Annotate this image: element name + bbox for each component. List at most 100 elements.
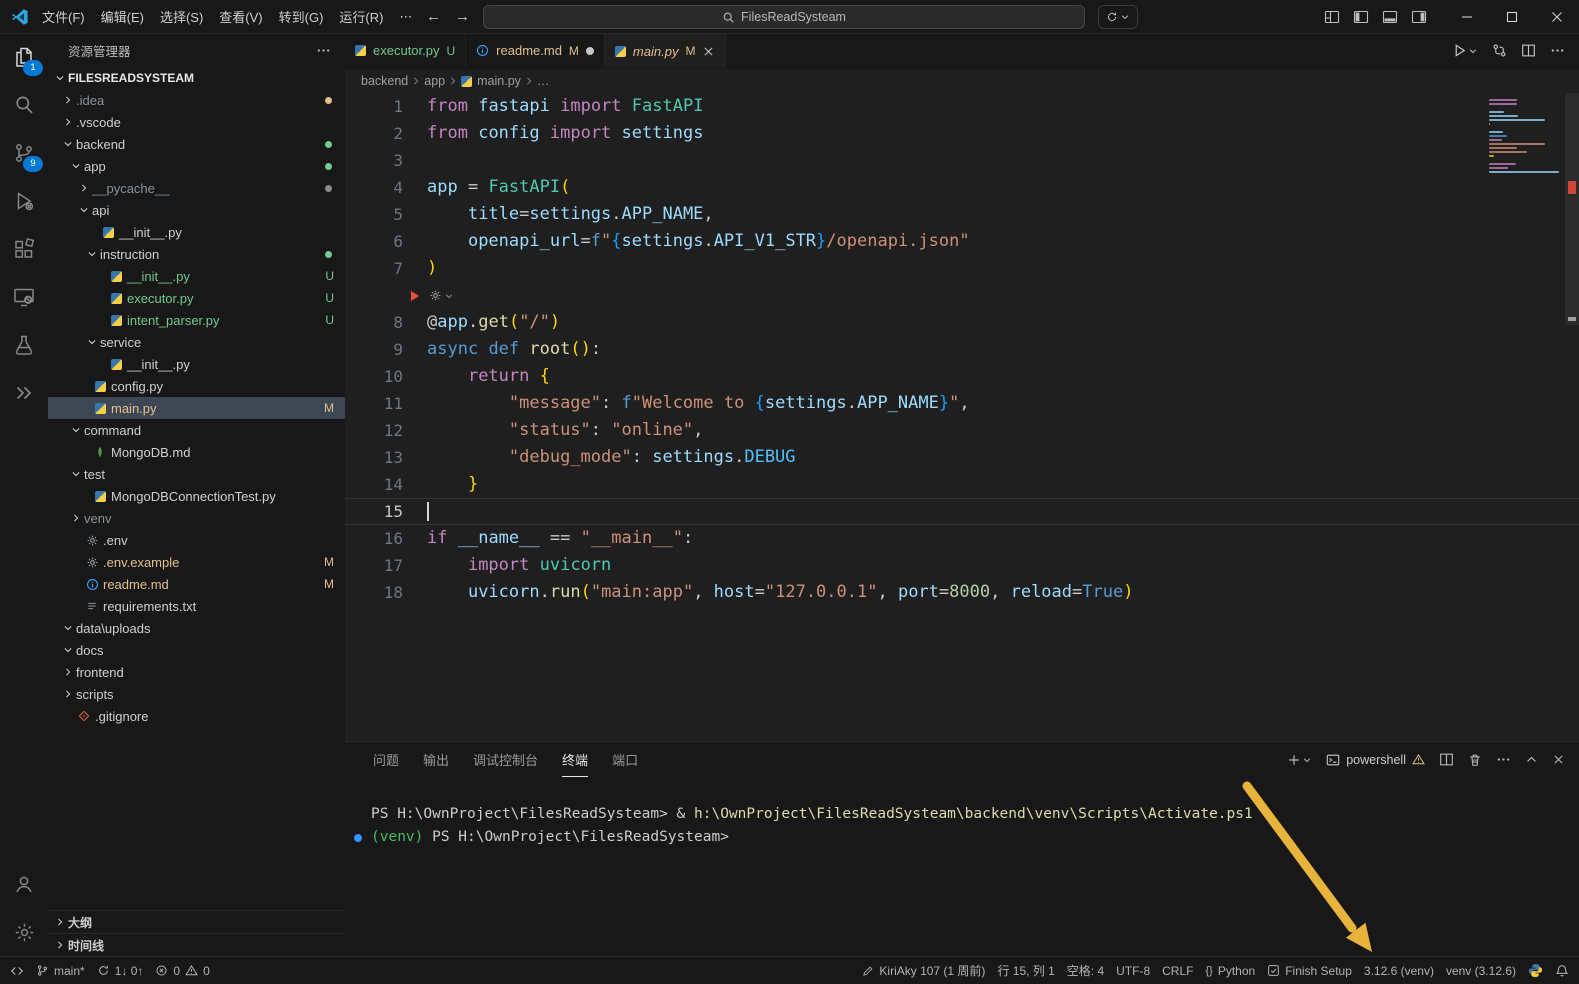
code-line-7[interactable]: 7) [345,255,1579,282]
sidebar-section-时间线[interactable]: 时间线 [48,933,345,956]
activity-extensions[interactable] [0,225,48,273]
status-cursor-position[interactable]: 行 15, 列 1 [991,960,1060,982]
code-line-12[interactable]: 12 "status": "online", [345,417,1579,444]
tree-file-.env[interactable]: .env [48,529,345,551]
tree-folder-data-uploads[interactable]: data\uploads [48,617,345,639]
code-line-4[interactable]: 4app = FastAPI( [345,174,1579,201]
tree-file-MongoDB.md[interactable]: MongoDB.md [48,441,345,463]
tree-file-.env.example[interactable]: .env.exampleM [48,551,345,573]
inline-settings-widget[interactable] [429,289,454,302]
activity-source-control[interactable]: 9 [0,129,48,177]
code-line-14[interactable]: 14 } [345,471,1579,498]
breadcrumb-item-…[interactable]: … [537,74,550,88]
breadcrumb-item-main.py[interactable]: main.py [461,74,521,88]
split-editor-icon[interactable] [1521,43,1536,58]
history-back-button[interactable]: ← [426,8,441,25]
editor-tab-main.py[interactable]: main.pyM [605,33,727,68]
maximize-button[interactable] [1489,0,1534,33]
panel-tab-端口[interactable]: 端口 [612,742,638,777]
editor-tab-readme.md[interactable]: readme.mdM [466,33,605,68]
tree-folder-app[interactable]: app [48,155,345,177]
code-line-16[interactable]: 16if __name__ == "__main__": [345,525,1579,552]
tree-folder-scripts[interactable]: scripts [48,683,345,705]
tree-folder-command[interactable]: command [48,419,345,441]
command-decoration-icon[interactable] [354,834,362,842]
close-panel-icon[interactable] [1552,753,1565,766]
tree-folder-backend[interactable]: backend [48,133,345,155]
code-line-5[interactable]: 5 title=settings.APP_NAME, [345,201,1579,228]
terminal-output[interactable]: PS H:\OwnProject\FilesReadSysteam> & h:\… [345,777,1579,849]
activity-testing[interactable] [0,321,48,369]
status-git-sync[interactable]: 1↓ 0↑ [91,960,150,982]
tree-folder-frontend[interactable]: frontend [48,661,345,683]
menu-view[interactable]: 查看(V) [211,5,270,29]
menu-run[interactable]: 运行(R) [331,5,391,29]
status-python-env[interactable]: venv (3.12.6) [1440,960,1522,982]
code-line-8[interactable]: 8@app.get("/") [345,309,1579,336]
sidebar-section-大纲[interactable]: 大纲 [48,910,345,933]
open-changes-icon[interactable] [1492,43,1507,58]
tree-file-requirements.txt[interactable]: requirements.txt [48,595,345,617]
menu-overflow[interactable]: ⋯ [391,5,420,29]
tree-file-MongoDBConnectionTest.py[interactable]: MongoDBConnectionTest.py [48,485,345,507]
more-actions-icon[interactable] [1550,43,1565,58]
new-terminal-button[interactable] [1287,753,1312,767]
status-problems[interactable]: 00 [149,960,215,982]
tree-folder-.vscode[interactable]: .vscode [48,111,345,133]
tree-file-.gitignore[interactable]: .gitignore [48,705,345,727]
panel-tab-输出[interactable]: 输出 [423,742,449,777]
activity-run-and-debug[interactable] [0,177,48,225]
tree-folder-test[interactable]: test [48,463,345,485]
history-forward-button[interactable]: → [455,8,470,25]
code-line-10[interactable]: 10 return { [345,363,1579,390]
status-python-interpreter[interactable]: 3.12.6 (venv) [1358,960,1440,982]
code-line-13[interactable]: 13 "debug_mode": settings.DEBUG [345,444,1579,471]
code-editor[interactable]: 1from fastapi import FastAPI2from config… [345,93,1579,741]
menu-file[interactable]: 文件(F) [34,5,93,29]
close-button[interactable] [1534,0,1579,33]
toggle-secondary-sidebar-icon[interactable] [1411,9,1427,25]
toggle-primary-sidebar-icon[interactable] [1353,9,1369,25]
status-python-logo[interactable] [1522,960,1549,982]
editor-tab-executor.py[interactable]: executor.pyU [345,33,466,68]
code-line-3[interactable]: 3 [345,147,1579,174]
code-line-17[interactable]: 17 import uvicorn [345,552,1579,579]
menu-edit[interactable]: 编辑(E) [93,5,152,29]
tree-file-__init__.py[interactable]: __init__.py [48,221,345,243]
kill-terminal-icon[interactable] [1468,753,1482,767]
code-line-9[interactable]: 9async def root(): [345,336,1579,363]
maximize-panel-icon[interactable] [1525,753,1538,766]
activity-accounts[interactable] [0,860,48,908]
tree-folder-instruction[interactable]: instruction [48,243,345,265]
split-terminal-icon[interactable] [1439,752,1454,767]
explorer-more-actions-icon[interactable] [316,43,331,58]
status-remote[interactable] [4,960,30,982]
code-line-2[interactable]: 2from config import settings [345,120,1579,147]
activity-remote-explorer[interactable] [0,273,48,321]
tree-folder-.idea[interactable]: .idea [48,89,345,111]
status-eol[interactable]: CRLF [1156,960,1199,982]
tree-file-config.py[interactable]: config.py [48,375,345,397]
code-line-18[interactable]: 18 uvicorn.run("main:app", host="127.0.0… [345,579,1579,606]
customize-layout-icon[interactable] [1324,9,1340,25]
status-indentation[interactable]: 空格: 4 [1061,960,1110,982]
tree-file-__init__.py[interactable]: __init__.py [48,353,345,375]
tree-file-__init__.py[interactable]: __init__.pyU [48,265,345,287]
activity-explorer[interactable]: 1 [0,33,48,81]
panel-tab-终端[interactable]: 终端 [562,742,588,777]
panel-tab-问题[interactable]: 问题 [373,742,399,777]
tree-file-executor.py[interactable]: executor.pyU [48,287,345,309]
code-line-6[interactable]: 6 openapi_url=f"{settings.API_V1_STR}/op… [345,228,1579,255]
tree-folder-api[interactable]: api [48,199,345,221]
tree-folder-service[interactable]: service [48,331,345,353]
code-line-15[interactable]: 15 [345,498,1579,525]
tree-folder-docs[interactable]: docs [48,639,345,661]
panel-tab-调试控制台[interactable]: 调试控制台 [473,742,538,777]
tree-folder-__pycache__[interactable]: __pycache__ [48,177,345,199]
close-tab-icon[interactable] [702,45,715,58]
menu-selection[interactable]: 选择(S) [152,5,211,29]
status-blame[interactable]: KiriAky 107 (1 周前) [856,960,991,982]
status-notifications[interactable] [1549,960,1575,982]
breadcrumb-item-app[interactable]: app [424,74,445,88]
toggle-panel-icon[interactable] [1382,9,1398,25]
